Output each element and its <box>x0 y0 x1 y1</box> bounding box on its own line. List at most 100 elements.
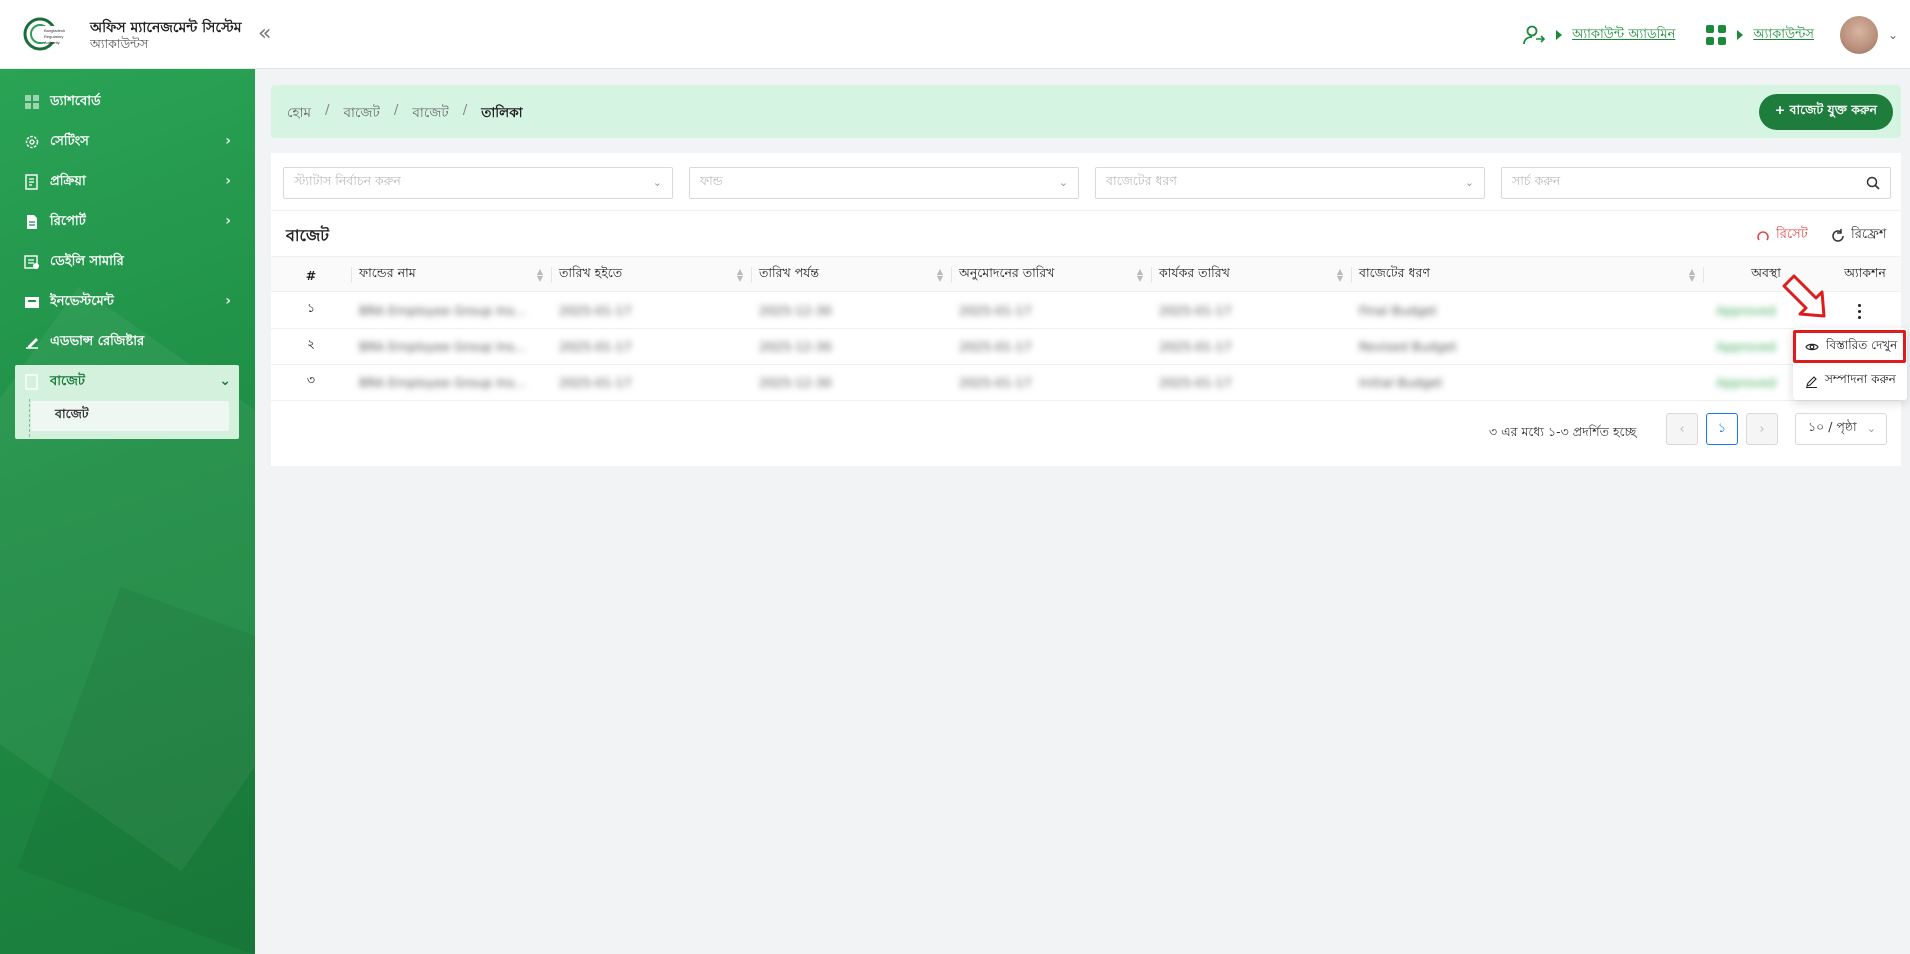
sidebar-item-settings[interactable]: সেটিংস › <box>15 125 239 159</box>
reset-label: রিসেট <box>1776 227 1808 242</box>
cell-date-from: 2025-01-17 <box>559 374 632 390</box>
cell-status: Approved <box>1716 338 1776 354</box>
budget-type-select[interactable]: বাজেটের ধরণ ⌄ <box>1095 167 1485 199</box>
chevron-down-icon: ⌄ <box>219 373 231 389</box>
highlight-box <box>1793 330 1906 363</box>
column-divider <box>751 267 752 283</box>
sidebar-group-budget: বাজেট ⌄ বাজেট <box>15 365 239 439</box>
cell-effective-date: 2025-01-17 <box>1159 374 1232 390</box>
sidebar-item-process[interactable]: প্রক্রিয়া › <box>15 165 239 199</box>
red-arrow-icon <box>1782 274 1826 318</box>
fund-select[interactable]: ফান্ড ⌄ <box>689 167 1079 199</box>
column-header-approval-date[interactable]: অনুমোদনের তারিখ ▲ ▼ <box>951 257 1151 293</box>
sidebar-item-investment[interactable]: ইনভেস্টমেন্ট › <box>15 285 239 319</box>
app-subtitle: অ্যাকাউন্টস <box>90 36 149 51</box>
breadcrumb-budget-2[interactable]: বাজেট <box>412 102 448 125</box>
sidebar-item-dashboard[interactable]: ড্যাশবোর্ড <box>15 85 239 119</box>
cell-date-from: 2025-01-17 <box>559 338 632 354</box>
chevron-right-icon: › <box>225 213 231 229</box>
column-divider <box>551 267 552 283</box>
refresh-button[interactable]: রিফ্রেশ <box>1831 225 1887 246</box>
breadcrumb-home[interactable]: হোম <box>287 102 311 125</box>
sidebar-item-report[interactable]: রিপোর্ট › <box>15 205 239 239</box>
breadcrumb-current: তালিকা <box>481 105 523 121</box>
column-header-sl: # <box>305 267 317 283</box>
column-header-date-to[interactable]: তারিখ পর্যন্ত ▲ ▼ <box>751 257 951 293</box>
process-icon <box>25 174 38 190</box>
cell-approval-date: 2025-01-17 <box>959 302 1032 318</box>
column-label: অনুমোদনের তারিখ <box>959 265 1055 280</box>
column-header-action: অ্যাকশন <box>1844 265 1886 280</box>
sort-icon[interactable]: ▲ ▼ <box>537 268 543 283</box>
account-admin-link[interactable]: অ্যাকাউন্ট অ্যাডমিন <box>1572 25 1675 46</box>
register-icon <box>26 338 38 349</box>
top-header: Bangladesh Regulatory Authority অফিস ম্য… <box>0 0 1910 69</box>
sidebar-item-label: ডেইলি সামারি <box>50 253 124 269</box>
sidebar-item-label: ড্যাশবোর্ড <box>50 93 101 109</box>
table-row: ১ BRA Employee Group Ins... 2025-01-17 2… <box>271 293 1901 329</box>
prev-page-button[interactable]: ‹ <box>1666 413 1698 445</box>
investment-icon <box>25 297 39 308</box>
page-size-select[interactable]: ১০ / পৃষ্ঠা ⌄ <box>1795 413 1887 445</box>
svg-text:Authority: Authority <box>44 40 60 45</box>
accounts-module-link[interactable]: অ্যাকাউন্টস <box>1753 25 1814 46</box>
sidebar-item-label: বাজেট <box>50 373 85 389</box>
search-icon[interactable] <box>1866 176 1880 190</box>
chevron-right-icon: › <box>225 293 231 309</box>
cell-date-from: 2025-01-17 <box>559 302 632 318</box>
column-divider <box>1351 267 1352 283</box>
avatar[interactable] <box>1839 16 1878 54</box>
cell-fund: BRA Employee Group Ins... <box>359 374 527 390</box>
svg-text:Bangladesh: Bangladesh <box>44 28 65 33</box>
sidebar-item-label: সেটিংস <box>50 133 89 149</box>
sidebar-item-label: এডভান্স রেজিষ্টার <box>50 333 145 349</box>
sort-icon[interactable]: ▲ ▼ <box>937 268 943 283</box>
breadcrumb-budget[interactable]: বাজেট <box>344 102 380 125</box>
column-label: ফান্ডের নাম <box>359 265 416 280</box>
column-header-fund[interactable]: ফান্ডের নাম ▲ ▼ <box>351 257 551 293</box>
column-header-date-from[interactable]: তারিখ হইতে ▲ ▼ <box>551 257 751 293</box>
tree-line <box>29 399 30 437</box>
status-select[interactable]: স্ট্যাটাস নির্বাচন করুন ⌄ <box>283 167 673 199</box>
sidebar-item-daily-summary[interactable]: ডেইলি সামারি <box>15 245 239 279</box>
double-chevron-left-icon[interactable]: « <box>258 22 271 46</box>
cell-fund: BRA Employee Group Ins... <box>359 338 527 354</box>
summary-icon <box>24 255 39 269</box>
search-input[interactable]: সার্চ করুন <box>1501 167 1891 199</box>
chevron-down-icon[interactable]: ⌄ <box>1888 28 1898 42</box>
edit-icon <box>1806 375 1817 388</box>
breadcrumb-separator: / <box>324 102 330 118</box>
chevron-right-icon: › <box>225 173 231 189</box>
report-icon <box>27 215 37 229</box>
next-page-button[interactable]: › <box>1746 413 1778 445</box>
gear-icon <box>25 135 39 149</box>
chevron-right-icon: › <box>225 133 231 149</box>
sidebar-item-label: প্রক্রিয়া <box>50 173 86 189</box>
chevron-down-icon: ⌄ <box>652 176 662 189</box>
cell-sl: ৩ <box>306 372 316 387</box>
sort-icon[interactable]: ▲ ▼ <box>1689 268 1695 283</box>
apps-grid-icon <box>1706 25 1727 45</box>
column-header-effective-date[interactable]: কার্যকর তারিখ ▲ ▼ <box>1151 257 1351 293</box>
column-divider <box>1151 267 1152 283</box>
column-header-budget-type[interactable]: বাজেটের ধরণ ▲ ▼ <box>1351 257 1703 293</box>
caret-right-icon <box>1737 30 1744 40</box>
reset-button[interactable]: রিসেট <box>1756 225 1808 246</box>
sidebar-item-budget[interactable]: বাজেট ⌄ <box>15 365 239 399</box>
more-actions-icon[interactable] <box>1849 293 1869 329</box>
sidebar-subitem-budget[interactable]: বাজেট <box>31 401 229 431</box>
column-label: বাজেটের ধরণ <box>1359 265 1430 280</box>
add-budget-button[interactable]: + বাজেট যুক্ত করুন <box>1758 94 1893 130</box>
sort-icon[interactable]: ▲ ▼ <box>1137 268 1143 283</box>
cell-budget-type: Revised Budget <box>1359 338 1457 354</box>
edit-menu-item[interactable]: সম্পাদনা করুন <box>1793 366 1907 396</box>
sidebar-item-advance-register[interactable]: এডভান্স রেজিষ্টার <box>15 325 239 359</box>
cell-sl: ১ <box>306 300 316 315</box>
sort-icon[interactable]: ▲ ▼ <box>737 268 743 283</box>
user-switch-icon <box>1523 25 1546 45</box>
caret-right-icon <box>1556 30 1563 40</box>
page-1-button[interactable]: ১ <box>1706 413 1738 445</box>
column-divider <box>351 267 352 283</box>
breadcrumb: হোম / বাজেট / বাজেট / তালিকা <box>287 102 523 125</box>
sort-icon[interactable]: ▲ ▼ <box>1337 268 1343 283</box>
